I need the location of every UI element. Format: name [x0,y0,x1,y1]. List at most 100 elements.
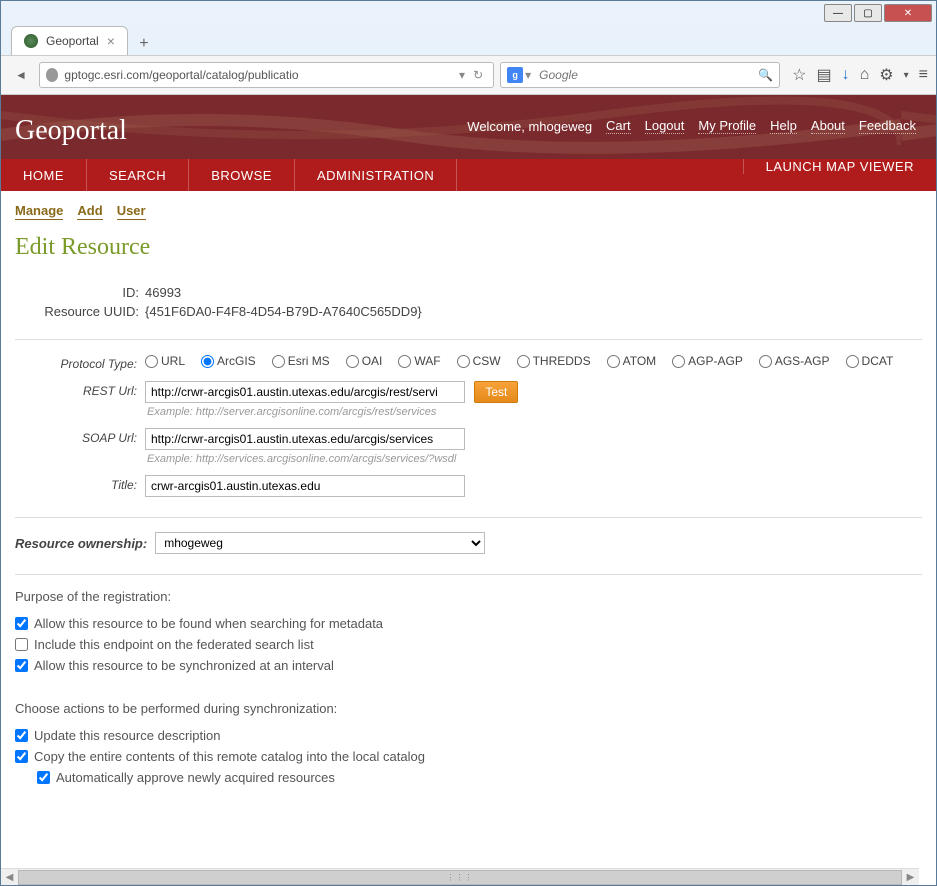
protocol-radio-input[interactable] [759,355,772,368]
protocol-radio-input[interactable] [607,355,620,368]
url-input[interactable] [64,68,455,82]
protocol-radio-label: URL [161,354,185,368]
nav-home[interactable]: HOME [1,159,87,191]
browser-tab[interactable]: Geoportal × [11,26,128,55]
ownership-label: Resource ownership: [15,536,147,551]
browser-toolbar: ◄ ▾ ↻ g ▾ 🔍 ☆ ▤ ↓ ⌂ ⚙ ▾ ≡ [1,55,936,95]
purpose-row: Allow this resource to be synchronized a… [15,658,922,673]
browser-window: — ▢ ✕ Geoportal × + ◄ ▾ ↻ g ▾ 🔍 ☆ ▤ ↓ [0,0,937,886]
protocol-radio-ags-agp[interactable]: AGS-AGP [759,354,830,368]
protocol-radio-arcgis[interactable]: ArcGIS [201,354,256,368]
top-link-feedback[interactable]: Feedback [859,118,916,134]
welcome-text: Welcome, mhogeweg [467,119,592,134]
top-link-logout[interactable]: Logout [645,118,685,134]
test-button[interactable]: Test [474,381,518,403]
nav-launch-map-viewer[interactable]: LAUNCH MAP VIEWER [743,159,936,174]
soap-url-input[interactable] [145,428,465,450]
subnav-user[interactable]: User [117,203,146,220]
top-link-my-profile[interactable]: My Profile [698,118,756,134]
downloads-icon[interactable]: ↓ [842,66,850,84]
globe-icon [46,68,58,82]
purpose-checkbox-0[interactable] [15,617,28,630]
sync-checkbox-0[interactable] [15,729,28,742]
title-label: Title: [15,475,145,492]
purpose-checkbox-1[interactable] [15,638,28,651]
soap-url-label: SOAP Url: [15,428,145,445]
title-input[interactable] [145,475,465,497]
search-icon[interactable]: 🔍 [758,68,773,82]
protocol-radio-label: AGS-AGP [775,354,830,368]
rest-url-input[interactable] [145,381,465,403]
protocol-radio-input[interactable] [272,355,285,368]
main-nav: HOME SEARCH BROWSE ADMINISTRATION LAUNCH… [1,159,936,191]
search-provider-icon: g [507,67,523,83]
protocol-radio-waf[interactable]: WAF [398,354,440,368]
tab-title: Geoportal [46,34,99,48]
protocol-radio-dcat[interactable]: DCAT [846,354,894,368]
home-icon[interactable]: ⌂ [860,66,870,84]
purpose-heading: Purpose of the registration: [15,589,922,604]
protocol-radio-url[interactable]: URL [145,354,185,368]
scroll-thumb[interactable]: ⋮⋮⋮ [18,870,902,885]
site-title: Geoportal [15,101,127,147]
search-input[interactable] [539,68,758,82]
sync-label-1: Copy the entire contents of this remote … [34,749,425,764]
protocol-radio-input[interactable] [346,355,359,368]
nav-browse[interactable]: BROWSE [189,159,295,191]
dropdown-icon[interactable]: ▾ [455,68,469,82]
bookmark-star-icon[interactable]: ☆ [792,65,806,85]
close-button[interactable]: ✕ [884,4,932,22]
purpose-checkbox-2[interactable] [15,659,28,672]
address-bar[interactable]: ▾ ↻ [39,62,494,88]
protocol-radio-input[interactable] [517,355,530,368]
nav-search[interactable]: SEARCH [87,159,189,191]
protocol-radio-input[interactable] [201,355,214,368]
protocol-radio-label: Esri MS [288,354,330,368]
id-value: 46993 [145,285,181,300]
protocol-radio-atom[interactable]: ATOM [607,354,657,368]
protocol-radio-input[interactable] [672,355,685,368]
top-link-cart[interactable]: Cart [606,118,631,134]
library-icon[interactable]: ▤ [816,65,831,85]
protocol-radio-csw[interactable]: CSW [457,354,501,368]
scroll-left-arrow[interactable]: ◀ [1,870,18,885]
top-link-help[interactable]: Help [770,118,797,134]
minimize-button[interactable]: — [824,4,852,22]
search-provider-dropdown[interactable]: ▾ [523,68,533,82]
protocol-radio-label: WAF [414,354,440,368]
top-links: Welcome, mhogeweg Cart Logout My Profile… [467,101,916,147]
subnav-manage[interactable]: Manage [15,203,63,220]
purpose-label-0: Allow this resource to be found when sea… [34,616,383,631]
extension-icon[interactable]: ⚙ [879,65,893,85]
search-bar[interactable]: g ▾ 🔍 [500,62,780,88]
subnav-add[interactable]: Add [77,203,102,220]
scroll-track[interactable]: ⋮⋮⋮ [18,870,902,885]
back-button[interactable]: ◄ [9,63,33,87]
protocol-radio-agp-agp[interactable]: AGP-AGP [672,354,743,368]
toolbar-dropdown-icon[interactable]: ▾ [904,70,909,81]
protocol-radio-esri-ms[interactable]: Esri MS [272,354,330,368]
rest-url-example: Example: http://server.arcgisonline.com/… [147,406,922,418]
top-link-about[interactable]: About [811,118,845,134]
protocol-radio-input[interactable] [398,355,411,368]
protocol-radio-input[interactable] [145,355,158,368]
nav-administration[interactable]: ADMINISTRATION [295,159,457,191]
ownership-select[interactable]: mhogeweg [155,532,485,554]
tab-close-icon[interactable]: × [107,33,115,49]
protocol-radio-label: ArcGIS [217,354,256,368]
protocol-radio-label: DCAT [862,354,894,368]
hamburger-menu-icon[interactable]: ≡ [919,66,928,84]
protocol-radio-oai[interactable]: OAI [346,354,383,368]
protocol-radio-thredds[interactable]: THREDDS [517,354,591,368]
page-heading: Edit Resource [15,234,922,261]
sync-label-0: Update this resource description [34,728,220,743]
scroll-right-arrow[interactable]: ▶ [902,870,919,885]
protocol-radio-input[interactable] [457,355,470,368]
sync-checkbox-2[interactable] [37,771,50,784]
maximize-button[interactable]: ▢ [854,4,882,22]
reload-icon[interactable]: ↻ [469,68,487,82]
sync-checkbox-1[interactable] [15,750,28,763]
protocol-radio-input[interactable] [846,355,859,368]
new-tab-button[interactable]: + [132,33,156,55]
protocol-radio-label: THREDDS [533,354,591,368]
